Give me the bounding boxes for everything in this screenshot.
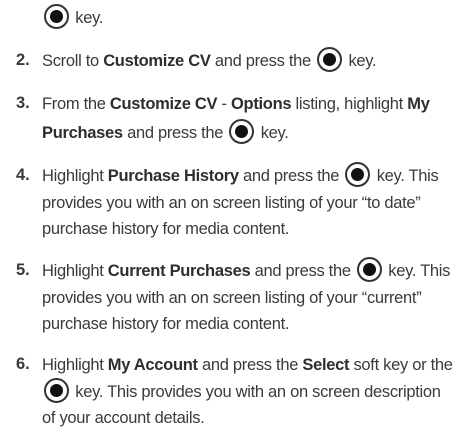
step-text: key. <box>348 52 377 70</box>
step-3-line-2: Purchases and press the key. <box>42 119 289 145</box>
step-text: soft key or the <box>349 356 453 374</box>
step-text: key. <box>260 124 289 142</box>
step-text: Highlight <box>42 262 108 280</box>
step-number: 5. <box>16 261 30 279</box>
step-4-line-2: provides you with an on screen listing o… <box>42 194 421 212</box>
step-text: key. <box>75 9 104 27</box>
menu-term: Customize CV <box>109 95 218 113</box>
step-3-line-1: From the Customize CV - Options listing,… <box>42 94 430 114</box>
step-6-line-2: key. This provides you with an on screen… <box>42 378 441 404</box>
ok-key-icon <box>229 119 255 145</box>
menu-term: My <box>407 95 430 113</box>
step-text: Scroll to <box>42 52 104 70</box>
step-5-line-1: Highlight Current Purchases and press th… <box>42 257 451 283</box>
step-number: 6. <box>16 355 30 373</box>
step-number: 4. <box>16 166 30 184</box>
step-text: and press the <box>122 124 228 142</box>
step-text: From the <box>42 95 110 113</box>
step-6-line-1: Highlight My Account and press the Selec… <box>42 355 453 375</box>
ok-key-icon <box>317 47 343 73</box>
menu-term: Select <box>302 356 350 374</box>
step-text: and press the <box>197 356 303 374</box>
menu-term: Purchases <box>42 124 123 142</box>
step-number: 2. <box>16 51 30 69</box>
menu-term: My Account <box>107 356 198 374</box>
step-5-line-2: provides you with an on screen listing o… <box>42 289 422 307</box>
menu-term: Purchase History <box>107 167 239 185</box>
step-text: and press the <box>238 167 344 185</box>
step-6-line-3: of your account details. <box>42 409 205 427</box>
step-number: 3. <box>16 94 30 112</box>
ok-key-icon <box>44 4 69 30</box>
step-text: Highlight <box>42 356 108 374</box>
step-1-continuation: key. <box>42 4 104 30</box>
step-text: key. This provides you with an on screen… <box>75 383 441 401</box>
menu-term: Customize CV <box>103 52 211 70</box>
step-text: - <box>217 95 232 113</box>
step-4-line-3: purchase history for media content. <box>42 220 290 238</box>
step-text: and press the <box>250 262 355 280</box>
instruction-page: key. 2. Scroll to Customize CV and press… <box>0 0 470 427</box>
step-text: key. This <box>376 167 439 185</box>
step-text: and press the <box>210 52 316 70</box>
step-5-line-3: purchase history for media content. <box>42 315 290 333</box>
menu-term: Options <box>231 95 292 113</box>
ok-key-icon <box>345 162 371 188</box>
ok-key-icon <box>357 257 382 283</box>
ok-key-icon <box>44 378 69 404</box>
step-text: Highlight <box>42 167 108 185</box>
menu-term: Current Purchases <box>107 262 251 280</box>
step-2-line-1: Scroll to Customize CV and press the key… <box>42 47 377 73</box>
step-text: key. This <box>388 262 451 280</box>
step-text: listing, highlight <box>291 95 408 113</box>
step-4-line-1: Highlight Purchase History and press the… <box>42 162 439 188</box>
